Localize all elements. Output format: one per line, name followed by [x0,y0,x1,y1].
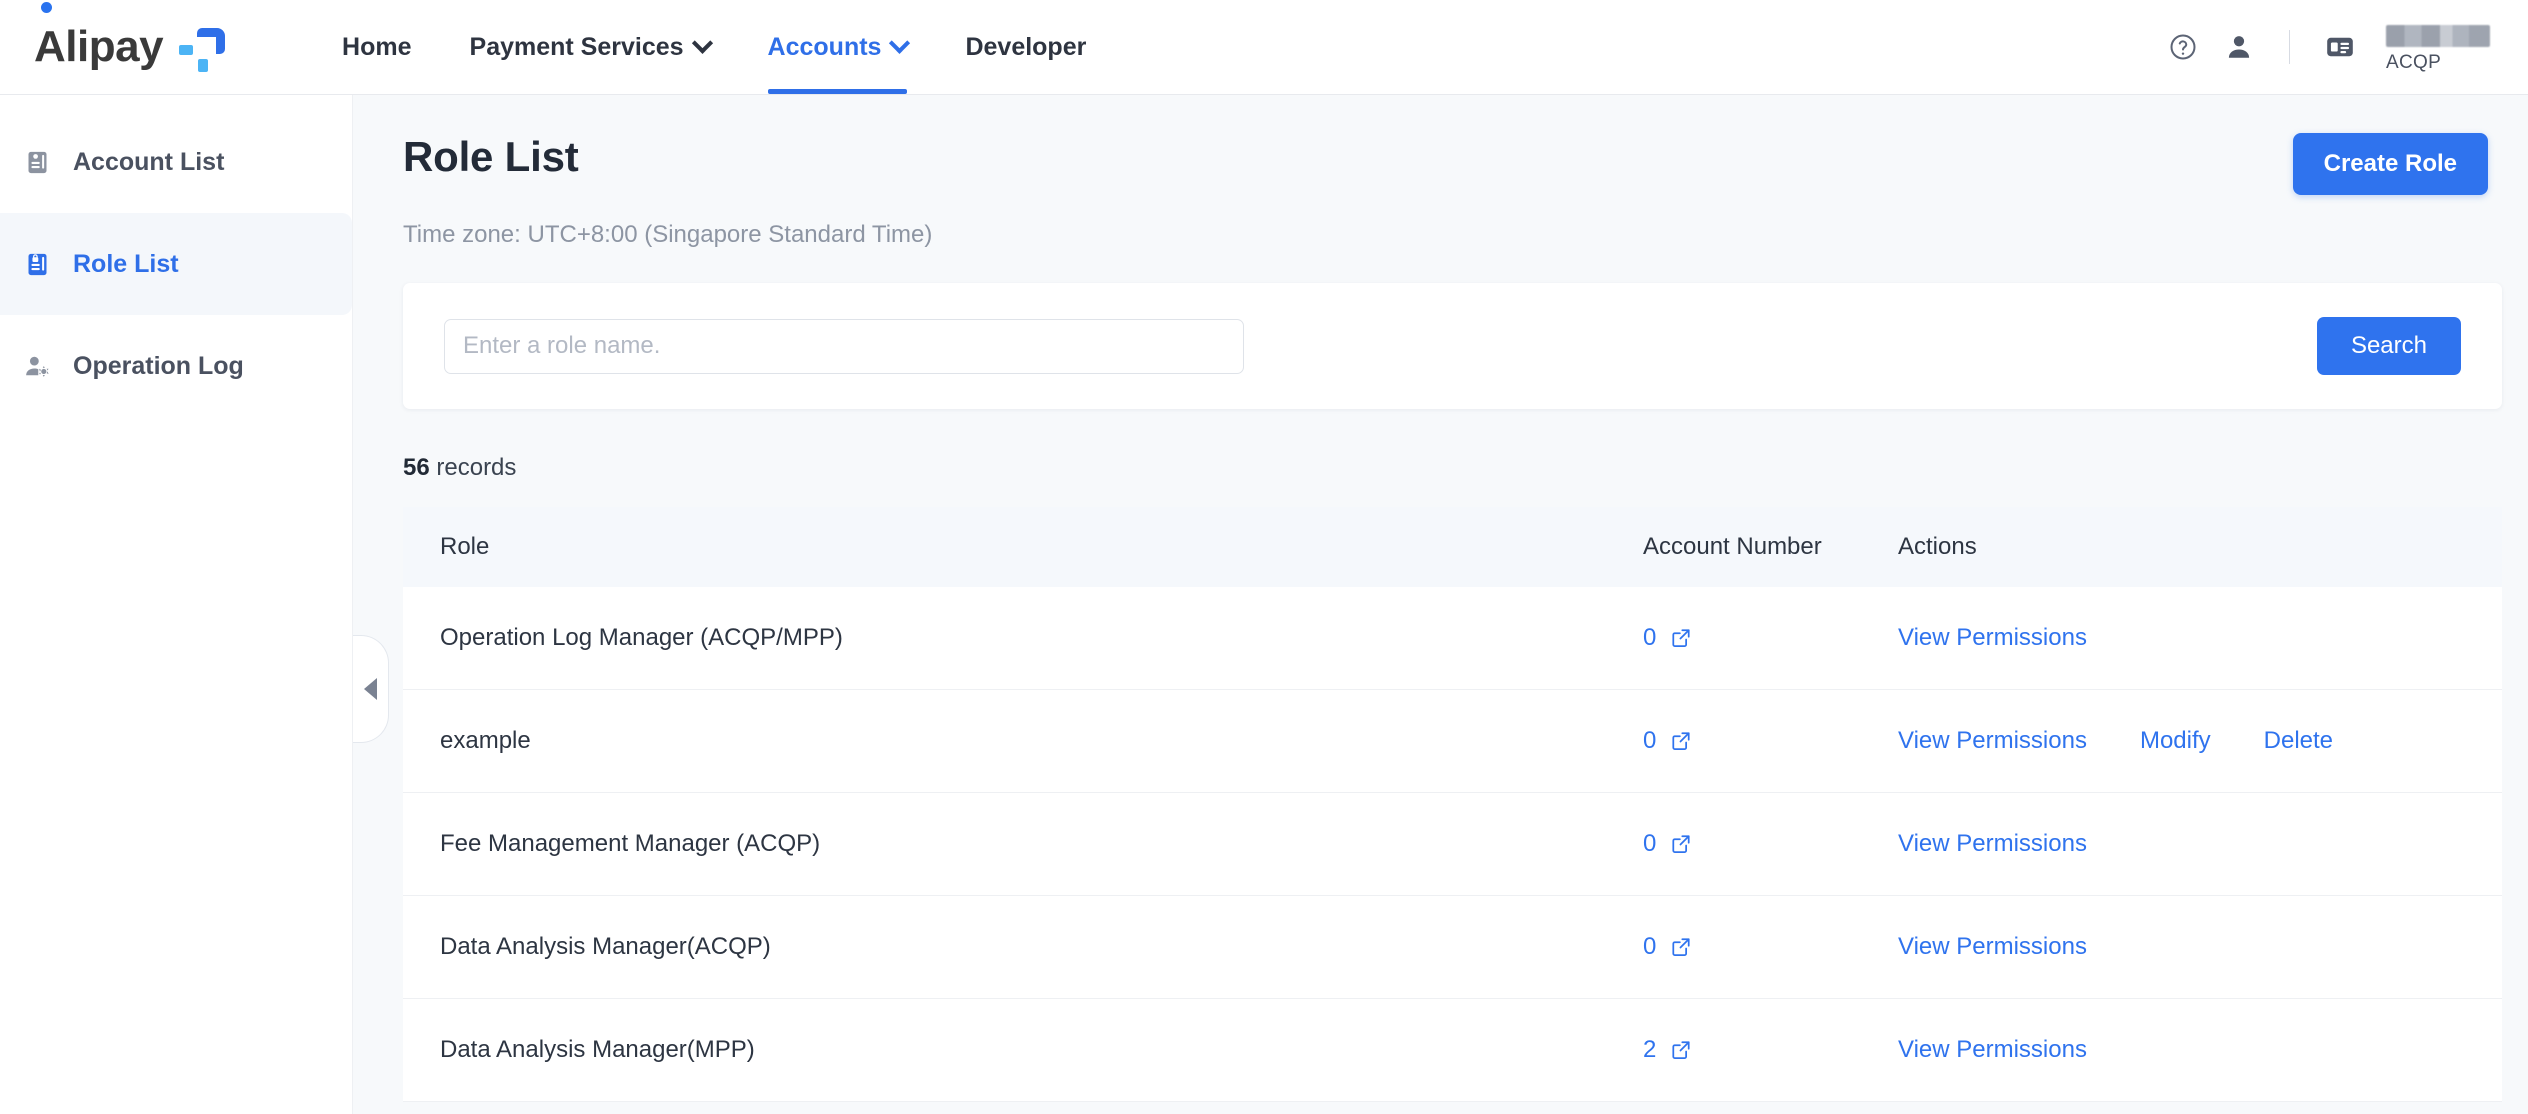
user-profile-icon[interactable] [2211,19,2267,75]
table-row: Data Analysis Manager(MPP)2 View Permissi… [403,999,2502,1102]
table-body: Operation Log Manager (ACQP/MPP)0View Pe… [403,587,2502,1102]
column-header-role: Role [403,533,1643,561]
brand-wordmark: Alipay [34,25,163,69]
record-count-number: 56 [403,454,430,481]
cell-account-number: 0 [1643,933,1898,961]
external-link-icon[interactable] [1670,627,1692,649]
account-name-redacted [2386,25,2490,47]
help-icon[interactable] [2155,19,2211,75]
cell-role-name: Operation Log Manager (ACQP/MPP) [403,624,1643,652]
table-header-row: Role Account Number Actions [403,507,2502,587]
main-content: Role List Create Role Time zone: UTC+8:0… [353,95,2528,1114]
cell-role-name: Data Analysis Manager(MPP) [403,1036,1643,1064]
primary-nav: Home Payment Services Accounts Developer [313,0,1115,94]
app-shell: Account List Role List [0,95,2528,1114]
action-view-permissions-link[interactable]: View Permissions [1898,830,2087,858]
table-row: Operation Log Manager (ACQP/MPP)0 View Pe… [403,587,2502,690]
external-link-icon[interactable] [1670,730,1692,752]
account-type-label: ACQP [2386,52,2441,74]
role-list-icon [24,251,51,278]
table-row: Fee Management Manager (ACQP)0 View Permi… [403,793,2502,896]
caret-left-icon [364,678,377,700]
cell-account-number: 0 [1643,830,1898,858]
account-number-link[interactable]: 0 [1643,727,1656,755]
nav-item-label: Home [342,33,411,62]
id-card-icon[interactable] [2312,19,2368,75]
account-number-link[interactable]: 0 [1643,830,1656,858]
nav-item-payment-services[interactable]: Payment Services [441,0,739,94]
action-link-group: View Permissions [1898,933,2502,961]
action-link-group: View Permissions [1898,1036,2502,1064]
sidebar-item-operation-log[interactable]: Operation Log [0,315,352,417]
cell-account-number: 2 [1643,1036,1898,1064]
column-header-actions: Actions [1898,533,2502,561]
table-row: Data Analysis Manager(ACQP)0 View Permiss… [403,896,2502,999]
operation-log-icon [24,353,51,380]
search-panel: Search [403,283,2502,409]
cell-actions: View Permissions [1898,830,2502,858]
nav-item-developer[interactable]: Developer [936,0,1115,94]
nav-utilities: ACQP [2155,0,2490,94]
nav-item-label: Accounts [768,33,882,62]
top-navigation-bar: Alipay Home Payment Services Accounts De… [0,0,2528,95]
brand-i-dot-icon [41,2,52,13]
nav-item-accounts[interactable]: Accounts [739,0,937,94]
timezone-note: Time zone: UTC+8:00 (Singapore Standard … [353,195,2528,249]
page-header: Role List Create Role [353,95,2528,195]
action-view-permissions-link[interactable]: View Permissions [1898,624,2087,652]
action-view-permissions-link[interactable]: View Permissions [1898,727,2087,755]
nav-separator [2289,30,2290,64]
create-role-button[interactable]: Create Role [2293,133,2488,195]
sidebar-item-account-list[interactable]: Account List [0,111,352,213]
cell-role-name: example [403,727,1643,755]
sidebar-item-label: Account List [73,148,224,177]
cell-account-number: 0 [1643,624,1898,652]
action-view-permissions-link[interactable]: View Permissions [1898,933,2087,961]
action-link-group: View Permissions [1898,830,2502,858]
external-link-icon[interactable] [1670,833,1692,855]
sidebar-collapse-toggle[interactable] [353,635,389,743]
external-link-icon[interactable] [1670,936,1692,958]
nav-item-home[interactable]: Home [313,0,440,94]
account-number-link[interactable]: 2 [1643,1036,1656,1064]
chevron-down-icon [889,32,910,53]
account-list-icon [24,149,51,176]
action-delete-link[interactable]: Delete [2264,727,2333,755]
cell-actions: View Permissions [1898,1036,2502,1064]
alipay-logo[interactable]: Alipay [34,0,225,94]
page-title: Role List [403,133,579,181]
cell-role-name: Data Analysis Manager(ACQP) [403,933,1643,961]
role-name-search-input[interactable] [444,319,1244,374]
record-count-label: records [436,454,516,481]
cell-actions: View Permissions Modify Delete [1898,727,2502,755]
action-link-group: View Permissions [1898,624,2502,652]
nav-item-label: Developer [965,33,1086,62]
sidebar-item-label: Operation Log [73,352,244,381]
sidebar-item-label: Role List [73,250,179,279]
cell-actions: View Permissions [1898,624,2502,652]
action-view-permissions-link[interactable]: View Permissions [1898,1036,2087,1064]
external-link-icon[interactable] [1670,1039,1692,1061]
alipay-plus-icon [179,24,225,70]
cell-actions: View Permissions [1898,933,2502,961]
record-count: 56 records [403,454,2528,482]
sidebar-item-role-list[interactable]: Role List [0,213,352,315]
search-button[interactable]: Search [2317,317,2461,375]
action-modify-link[interactable]: Modify [2140,727,2211,755]
action-link-group: View Permissions Modify Delete [1898,727,2502,755]
account-number-link[interactable]: 0 [1643,624,1656,652]
table-row: example0 View Permissions Modify Delete [403,690,2502,793]
cell-role-name: Fee Management Manager (ACQP) [403,830,1643,858]
sidebar: Account List Role List [0,95,353,1114]
nav-item-label: Payment Services [470,33,684,62]
account-switcher[interactable]: ACQP [2386,21,2490,74]
column-header-account-number: Account Number [1643,533,1898,561]
role-table: Role Account Number Actions Operation Lo… [403,507,2502,1102]
chevron-down-icon [691,32,712,53]
cell-account-number: 0 [1643,727,1898,755]
account-number-link[interactable]: 0 [1643,933,1656,961]
